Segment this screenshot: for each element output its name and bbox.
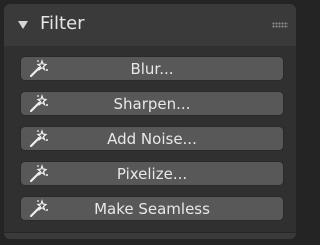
make-seamless-button-label: Make Seamless [94, 200, 210, 218]
blur-button-label: Blur... [130, 60, 174, 78]
blur-button[interactable]: Blur... [20, 56, 284, 81]
pixelize-button-label: Pixelize... [116, 165, 188, 183]
panel-bottom-edge [4, 232, 296, 239]
sharpen-button-label: Sharpen... [113, 95, 191, 113]
add-noise-button-label: Add Noise... [107, 130, 197, 148]
panel-header[interactable]: Filter [4, 4, 296, 46]
panel-title: Filter [40, 13, 85, 34]
pixelize-button[interactable]: Pixelize... [20, 161, 284, 186]
add-noise-button[interactable]: Add Noise... [20, 126, 284, 151]
filter-panel: Filter Blur... Sharpen... Add Noise... P… [4, 4, 296, 239]
collapse-triangle-icon[interactable] [18, 21, 28, 29]
make-seamless-button[interactable]: Make Seamless [20, 196, 284, 221]
sharpen-button[interactable]: Sharpen... [20, 91, 284, 116]
drag-grip-icon[interactable] [272, 22, 288, 28]
